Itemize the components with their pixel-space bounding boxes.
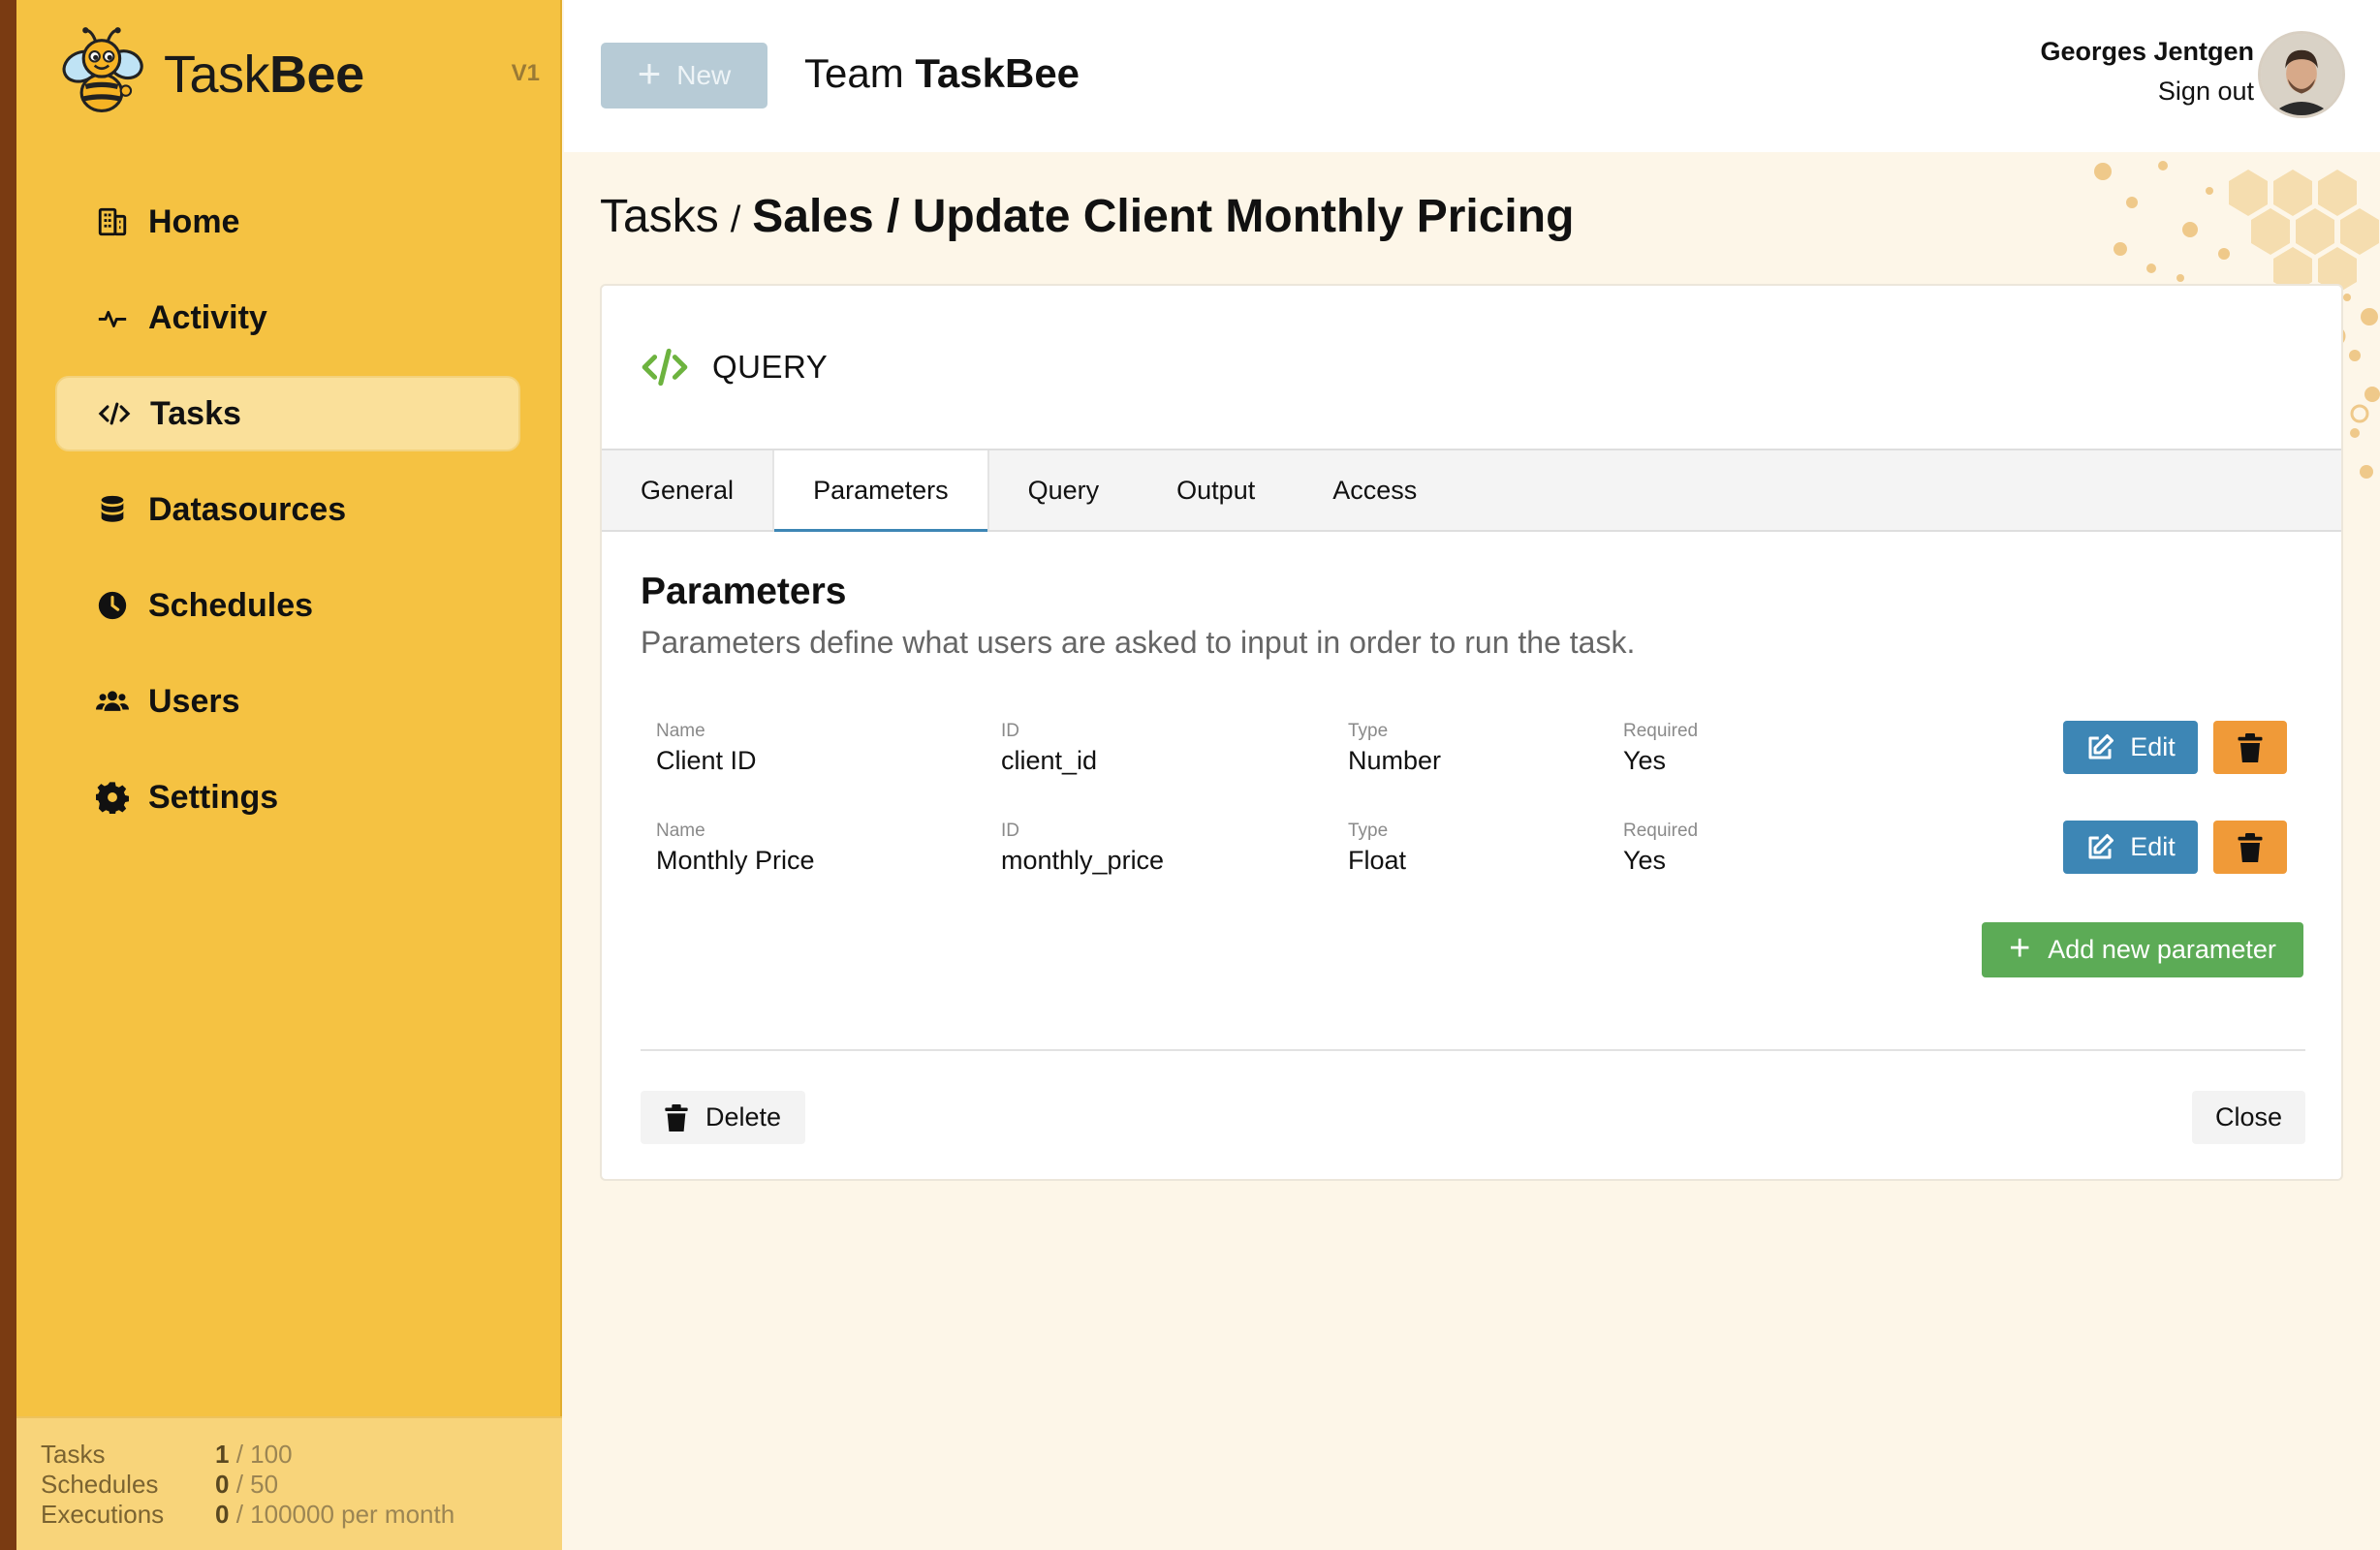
delete-parameter-button[interactable] [2213,721,2287,774]
sidebar-item-tasks[interactable]: Tasks [55,376,520,451]
section-title: Parameters [641,571,847,612]
sidebar-nav: Home Activity Tasks Datasources Schedule… [55,184,520,855]
avatar-image [2261,34,2342,115]
sidebar-item-datasources[interactable]: Datasources [55,472,520,547]
add-parameter-button[interactable]: + Add new parameter [1982,922,2303,977]
delete-task-button[interactable]: Delete [641,1091,805,1144]
param-id-field: ID client_id [1001,721,1098,775]
bee-logo-icon [62,27,143,112]
usage-row-schedules: Schedules 0 / 50 [41,1470,279,1499]
breadcrumb-root[interactable]: Tasks [600,191,719,242]
usage-panel: Tasks 1 / 100 Schedules 0 / 50 Execution… [16,1416,562,1550]
sidebar-item-label: Datasources [148,490,347,528]
trash-icon [2238,732,2263,762]
param-type-field: Type Float [1348,821,1407,875]
param-required-field: Required Yes [1623,721,1699,775]
tab-access[interactable]: Access [1294,450,1456,530]
parameter-row: Name Monthly Price ID monthly_price Type… [656,821,2303,888]
close-button[interactable]: Close [2192,1091,2305,1144]
sidebar-item-label: Tasks [150,394,241,432]
sign-out-link[interactable]: Sign out [2040,77,2254,107]
tab-parameters[interactable]: Parameters [772,450,989,532]
delete-parameter-button[interactable] [2213,821,2287,874]
task-card: QUERY General Parameters Query Output Ac… [600,284,2343,1181]
pulse-icon [96,301,129,334]
tab-output[interactable]: Output [1138,450,1294,530]
database-icon [96,493,129,526]
version-label: V1 [511,60,540,86]
param-type-field: Type Number [1348,721,1442,775]
edit-parameter-button[interactable]: Edit [2063,721,2198,774]
breadcrumb-current: Sales / Update Client Monthly Pricing [752,191,1575,242]
card-divider [641,1049,2305,1051]
task-type-label: QUERY [712,349,829,385]
sidebar-item-label: Home [148,202,240,240]
users-icon [96,685,129,718]
plus-icon: + [637,50,662,96]
sidebar-item-settings[interactable]: Settings [55,760,520,835]
brand[interactable]: TaskBee V1 [53,21,548,128]
param-required-field: Required Yes [1623,821,1699,875]
section-description: Parameters define what users are asked t… [641,625,1636,660]
trash-icon [665,1103,688,1132]
plus-icon: + [2009,927,2031,969]
param-name-field: Name Monthly Price [656,821,815,875]
edit-parameter-button[interactable]: Edit [2063,821,2198,874]
usage-row-tasks: Tasks 1 / 100 [41,1440,293,1469]
param-id-field: ID monthly_price [1001,821,1165,875]
team-title: Team TaskBee [804,50,1080,96]
user-info: Georges Jentgen Sign out [2040,37,2254,107]
usage-row-executions: Executions 0 / 100000 per month [41,1500,455,1529]
sidebar-item-schedules[interactable]: Schedules [55,568,520,643]
query-code-icon [642,348,688,387]
tab-query[interactable]: Query [989,450,1139,530]
sidebar-item-label: Activity [148,298,267,336]
edit-icon [2088,733,2114,759]
user-name: Georges Jentgen [2040,37,2254,66]
gear-icon [96,781,129,814]
new-button[interactable]: + New [601,43,767,108]
left-edge-strip [0,0,16,1550]
code-icon [98,397,131,430]
sidebar-item-label: Schedules [148,586,314,624]
clock-icon [96,589,129,622]
sidebar-item-label: Settings [148,778,279,816]
sidebar-item-label: Users [148,682,240,720]
breadcrumb: Tasks / Sales / Update Client Monthly Pric… [600,190,1574,243]
sidebar: TaskBee V1 Home Activity Tasks Datasourc… [16,0,562,1550]
tab-general[interactable]: General [602,450,772,530]
sidebar-item-users[interactable]: Users [55,664,520,739]
avatar[interactable] [2258,31,2345,118]
breadcrumb-separator: / [730,200,741,240]
sidebar-item-activity[interactable]: Activity [55,280,520,356]
sidebar-item-home[interactable]: Home [55,184,520,260]
building-icon [96,205,129,238]
param-name-field: Name Client ID [656,721,757,775]
tab-bar: General Parameters Query Output Access [602,450,2341,532]
edit-icon [2088,833,2114,858]
brand-name: TaskBee [164,46,364,104]
trash-icon [2238,832,2263,862]
top-bar: + New Team TaskBee Georges Jentgen Sign … [564,0,2380,152]
card-header: QUERY [602,286,2341,450]
parameter-row: Name Client ID ID client_id Type Number … [656,721,2303,789]
